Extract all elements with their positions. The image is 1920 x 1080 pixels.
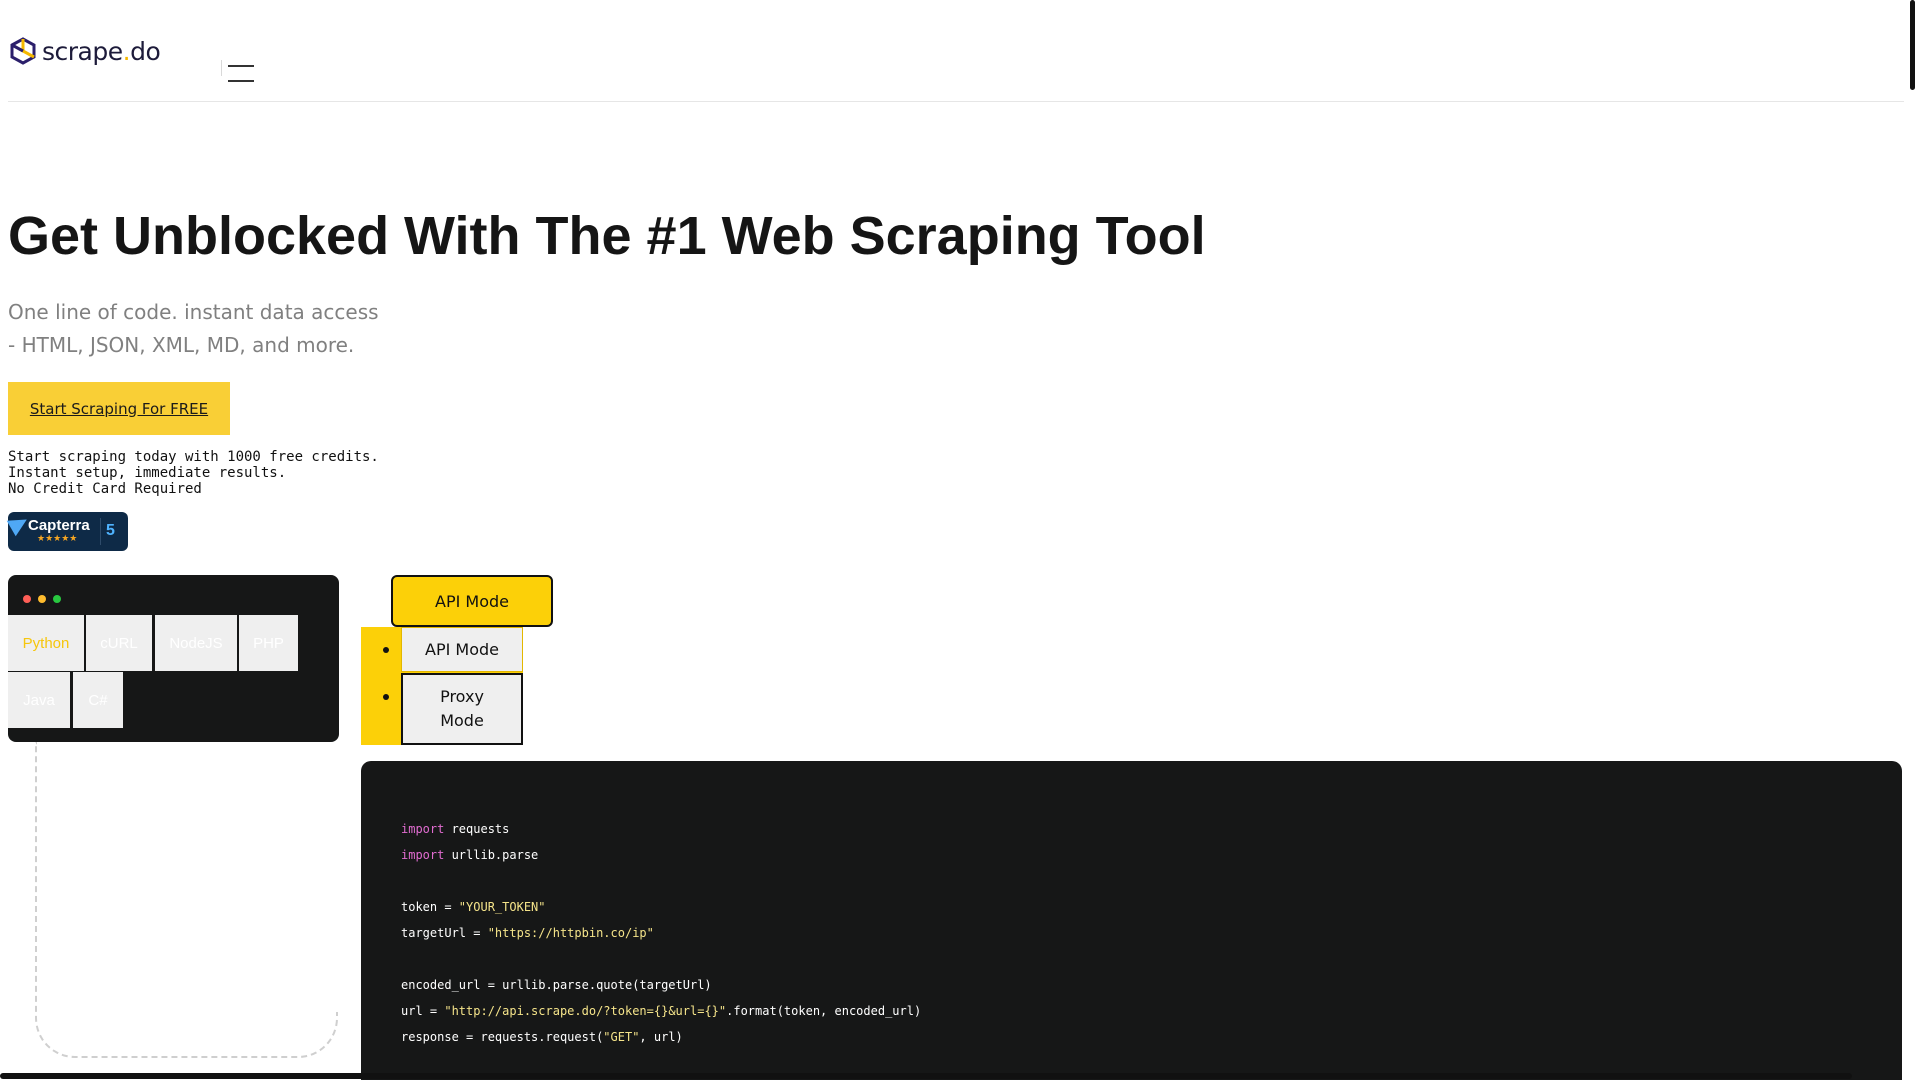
signup-notes: Start scraping today with 1000 free cred… — [8, 449, 379, 497]
capterra-badge[interactable]: Capterra ★★★★★ 5 — [6, 511, 128, 551]
horizontal-scrollbar[interactable] — [0, 1073, 1852, 1079]
vertical-scrollbar[interactable] — [1910, 0, 1915, 90]
tab-python[interactable]: Python — [8, 615, 84, 671]
page-title: Get Unblocked With The #1 Web Scraping T… — [8, 206, 1206, 266]
hero-subtitle: One line of code. instant data access - … — [8, 296, 379, 362]
code-line: import urllib.parse — [401, 848, 539, 862]
bullet-icon — [383, 647, 389, 653]
close-dot-icon — [23, 595, 31, 603]
tab-curl[interactable]: cURL — [86, 615, 152, 671]
capterra-divider — [100, 518, 101, 545]
capterra-score: 5 — [106, 522, 115, 539]
mode-options-list: API Mode Proxy Mode — [361, 627, 523, 745]
tab-csharp[interactable]: C# — [73, 672, 123, 728]
scrape-do-logo-icon — [10, 37, 36, 65]
code-lines: import requests import urllib.parse toke… — [401, 816, 921, 1050]
code-line: targetUrl = "https://httpbin.co/ip" — [401, 926, 654, 940]
header-divider — [221, 60, 222, 76]
site-header: scrape.do — [8, 0, 1904, 102]
hero-subtitle-line-2: - HTML, JSON, XML, MD, and more. — [8, 333, 355, 357]
mode-dropdown-button[interactable]: API Mode — [391, 575, 553, 627]
tab-nodejs[interactable]: NodeJS — [155, 615, 237, 671]
logo[interactable]: scrape.do — [8, 36, 161, 66]
code-line: url = "http://api.scrape.do/?token={}&ur… — [401, 1004, 922, 1018]
code-sample: import requests import urllib.parse toke… — [361, 761, 1902, 1080]
mode-option-label: Proxy Mode — [440, 687, 484, 730]
note-line: No Credit Card Required — [8, 481, 202, 497]
tab-java[interactable]: Java — [8, 672, 70, 728]
window-controls — [23, 595, 61, 603]
code-line: import requests — [401, 822, 510, 836]
mode-option-proxy[interactable]: Proxy Mode — [401, 673, 523, 745]
star-rating-icon: ★★★★★ — [37, 533, 78, 543]
code-line: response = requests.request("GET", url) — [401, 1030, 683, 1044]
hamburger-icon[interactable] — [228, 62, 256, 84]
connector-dashed-line — [35, 742, 338, 1058]
bullet-icon — [383, 694, 389, 700]
logo-text: scrape.do — [42, 36, 161, 66]
minimize-dot-icon — [38, 595, 46, 603]
code-line: token = "YOUR_TOKEN" — [401, 900, 546, 914]
language-selector-window: Python cURL NodeJS PHP Java C# — [8, 575, 339, 742]
code-line: encoded_url = urllib.parse.quote(targetU… — [401, 978, 712, 992]
mode-option-api[interactable]: API Mode — [401, 627, 523, 672]
hero-subtitle-line-1: One line of code. instant data access — [8, 300, 379, 324]
note-line: Instant setup, immediate results. — [8, 465, 287, 481]
capterra-name: Capterra — [28, 517, 90, 534]
maximize-dot-icon — [53, 595, 61, 603]
start-scraping-button[interactable]: Start Scraping For FREE — [8, 382, 230, 435]
note-line: Start scraping today with 1000 free cred… — [8, 449, 379, 465]
tab-php[interactable]: PHP — [239, 615, 298, 671]
